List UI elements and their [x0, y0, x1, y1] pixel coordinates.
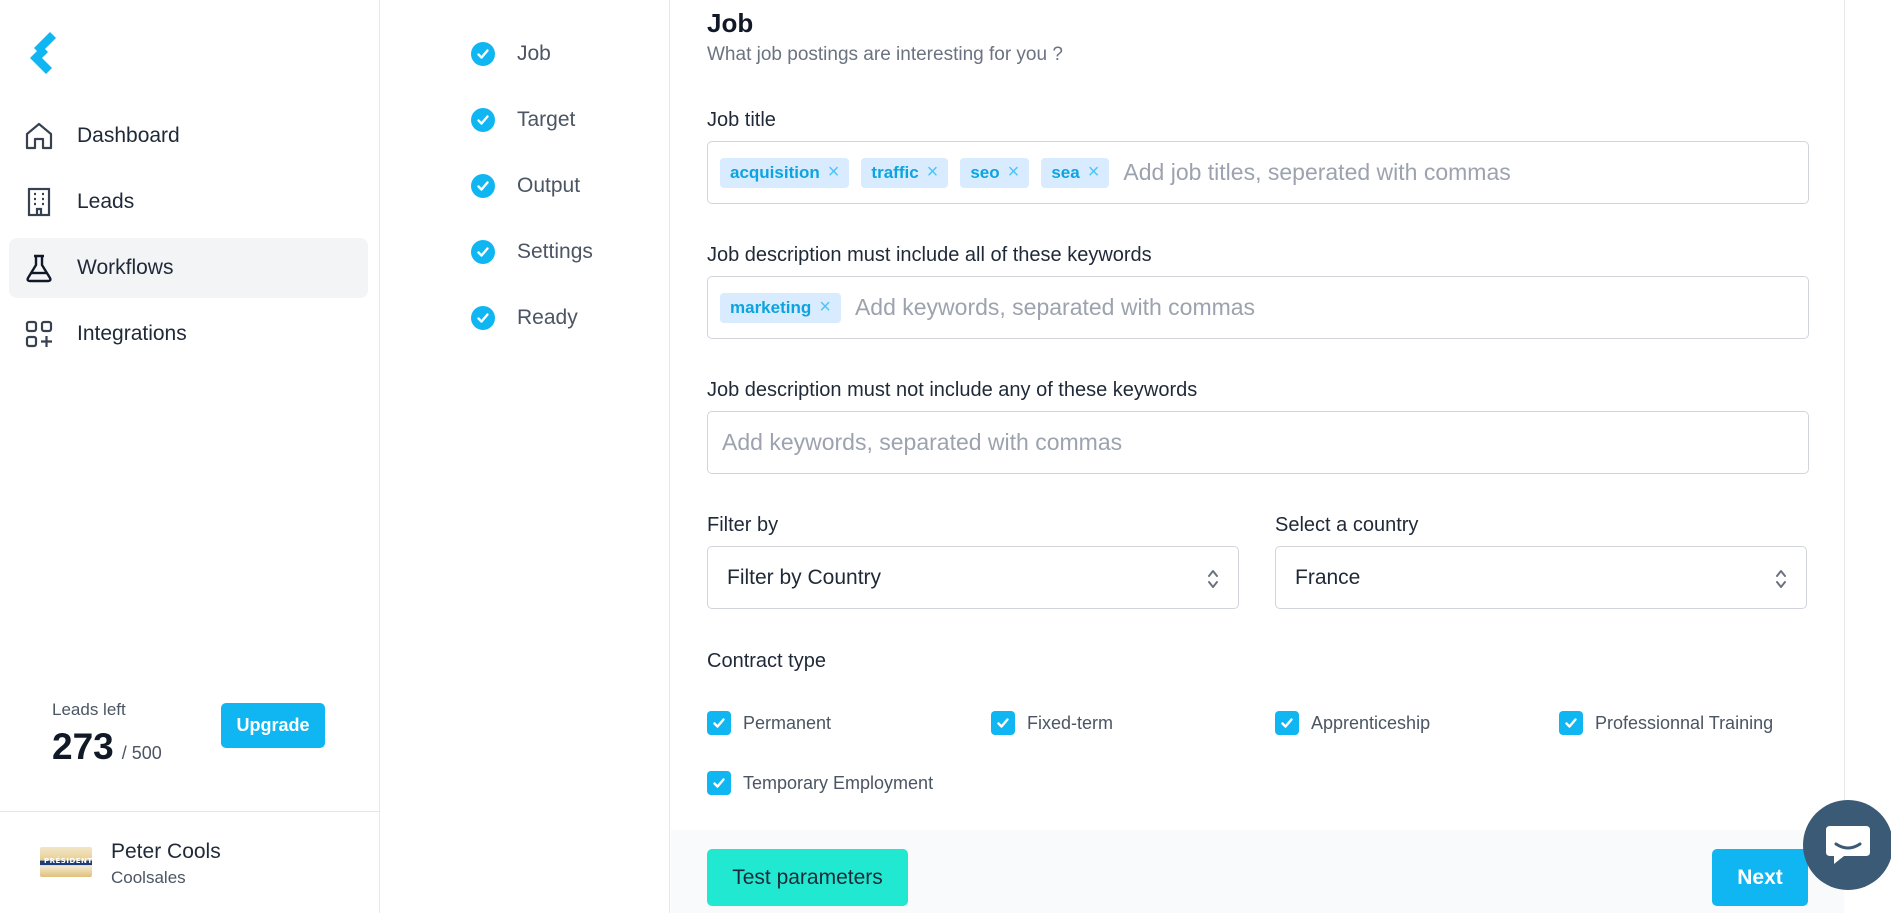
- divider: [0, 811, 380, 812]
- country-label: Select a country: [1275, 514, 1419, 536]
- avatar-logo-text: PRÉSIDENT: [44, 857, 93, 865]
- step-label: Output: [517, 174, 581, 197]
- close-icon[interactable]: ×: [1088, 161, 1100, 184]
- checkbox-label: Fixed-term: [1027, 712, 1114, 733]
- job-title-input[interactable]: acquisition × traffic × seo × sea × Add job …: [707, 141, 1809, 204]
- include-keywords-placeholder: Add keywords, separated with commas: [854, 294, 1256, 320]
- contract-apprenticeship-checkbox[interactable]: Apprenticeship: [1275, 711, 1430, 735]
- check-circle-icon: [471, 174, 495, 198]
- step-label: Job: [517, 42, 551, 65]
- job-form: Job What job postings are interesting fo…: [671, 0, 1845, 913]
- close-icon[interactable]: ×: [1008, 161, 1020, 184]
- job-title-label: Job title: [707, 109, 776, 131]
- contract-type-label: Contract type: [707, 650, 826, 672]
- test-parameters-button[interactable]: Test parameters: [707, 849, 908, 906]
- user-name: Peter Cools: [111, 840, 221, 863]
- divider: [1844, 0, 1845, 830]
- page-subtitle: What job postings are interesting for yo…: [707, 44, 1063, 65]
- apps-add-icon: [25, 320, 53, 348]
- tag-label: acquisition: [730, 162, 820, 182]
- checkbox-checked-icon[interactable]: [1559, 711, 1583, 735]
- include-keywords-label: Job description must include all of thes…: [707, 244, 1152, 266]
- checkbox-label: Permanent: [743, 712, 832, 733]
- checkbox-label: Apprenticeship: [1311, 712, 1431, 733]
- sidebar-item-label: Leads: [77, 190, 135, 213]
- checkbox-checked-icon[interactable]: [707, 771, 731, 795]
- step-label: Ready: [517, 306, 578, 329]
- filter-by-label: Filter by: [707, 514, 779, 536]
- tag: marketing ×: [720, 292, 841, 323]
- step-settings[interactable]: Settings: [471, 240, 593, 264]
- flask-icon: [26, 254, 52, 283]
- leads-remaining: Leads left 273 / 500: [52, 700, 162, 768]
- checkbox-label: Professionnal Training: [1595, 712, 1774, 733]
- close-icon[interactable]: ×: [927, 161, 939, 184]
- tag: acquisition ×: [720, 157, 850, 188]
- tag-label: traffic: [871, 162, 919, 182]
- check-circle-icon: [471, 306, 495, 330]
- checkbox-checked-icon[interactable]: [991, 711, 1015, 735]
- checkbox-checked-icon[interactable]: [1275, 711, 1299, 735]
- contract-temporary-checkbox[interactable]: Temporary Employment: [707, 771, 933, 795]
- step-output[interactable]: Output: [471, 174, 580, 198]
- close-icon[interactable]: ×: [828, 161, 840, 184]
- leads-total-value: / 500: [121, 743, 162, 763]
- checkbox-label: Temporary Employment: [743, 772, 934, 793]
- leads-count: 273 / 500: [52, 726, 162, 768]
- select-arrows-icon: [1776, 570, 1786, 588]
- check-circle-icon: [471, 108, 495, 132]
- tag: seo ×: [960, 157, 1030, 188]
- include-keywords-input[interactable]: marketing × Add keywords, separated with …: [707, 276, 1809, 339]
- tag: traffic ×: [861, 157, 949, 188]
- chevron-logo-icon[interactable]: [24, 28, 64, 76]
- user-company: Coolsales: [111, 868, 186, 887]
- checkbox-checked-icon[interactable]: [707, 711, 731, 735]
- leads-remaining-value: 273: [52, 726, 114, 767]
- exclude-keywords-input[interactable]: Add keywords, separated with commas: [707, 411, 1809, 474]
- contract-permanent-checkbox[interactable]: Permanent: [707, 711, 831, 735]
- building-icon: [27, 187, 51, 217]
- sidebar-item-integrations[interactable]: Integrations: [9, 304, 368, 364]
- exclude-keywords-placeholder: Add keywords, separated with commas: [722, 429, 1123, 455]
- select-arrows-icon: [1208, 570, 1218, 588]
- sidebar-item-leads[interactable]: Leads: [9, 172, 368, 232]
- sidebar: Dashboard Leads Workflows Integrations L…: [0, 0, 380, 913]
- home-icon: [25, 122, 53, 150]
- tag-label: sea: [1051, 162, 1080, 182]
- step-target[interactable]: Target: [471, 108, 575, 132]
- exclude-keywords-label: Job description must not include any of …: [707, 379, 1198, 401]
- contract-professional-training-checkbox[interactable]: Professionnal Training: [1559, 711, 1773, 735]
- sidebar-item-label: Integrations: [77, 322, 187, 345]
- step-ready[interactable]: Ready: [471, 306, 578, 330]
- country-select[interactable]: France: [1275, 546, 1807, 609]
- tag: sea ×: [1041, 157, 1110, 188]
- leads-caption: Leads left: [52, 700, 126, 719]
- chat-launcher-button[interactable]: [1803, 800, 1891, 890]
- step-label: Target: [517, 108, 576, 131]
- sidebar-item-workflows[interactable]: Workflows: [9, 238, 368, 298]
- filter-by-select[interactable]: Filter by Country: [707, 546, 1239, 609]
- job-title-placeholder: Add job titles, seperated with commas: [1123, 159, 1511, 185]
- step-label: Settings: [517, 240, 593, 263]
- avatar[interactable]: PRÉSIDENT: [40, 847, 92, 877]
- upgrade-button[interactable]: Upgrade: [221, 703, 325, 748]
- sidebar-item-label: Workflows: [77, 256, 174, 279]
- page-title: Job: [707, 8, 754, 38]
- check-circle-icon: [471, 240, 495, 264]
- sidebar-item-label: Dashboard: [77, 124, 180, 147]
- wizard-steps: Job Target Output Settings Ready: [380, 0, 670, 913]
- contract-fixed-term-checkbox[interactable]: Fixed-term: [991, 711, 1113, 735]
- sidebar-item-dashboard[interactable]: Dashboard: [9, 106, 368, 166]
- tag-label: seo: [970, 162, 1000, 182]
- chat-bubble-icon: [1826, 826, 1870, 864]
- filter-by-value: Filter by Country: [727, 565, 882, 589]
- tag-label: marketing: [730, 297, 812, 317]
- country-value: France: [1295, 565, 1361, 589]
- close-icon[interactable]: ×: [819, 296, 831, 319]
- step-job[interactable]: Job: [471, 42, 551, 66]
- sidebar-nav: Dashboard Leads Workflows Integrations: [9, 106, 368, 370]
- check-circle-icon: [471, 42, 495, 66]
- next-button[interactable]: Next: [1712, 849, 1808, 906]
